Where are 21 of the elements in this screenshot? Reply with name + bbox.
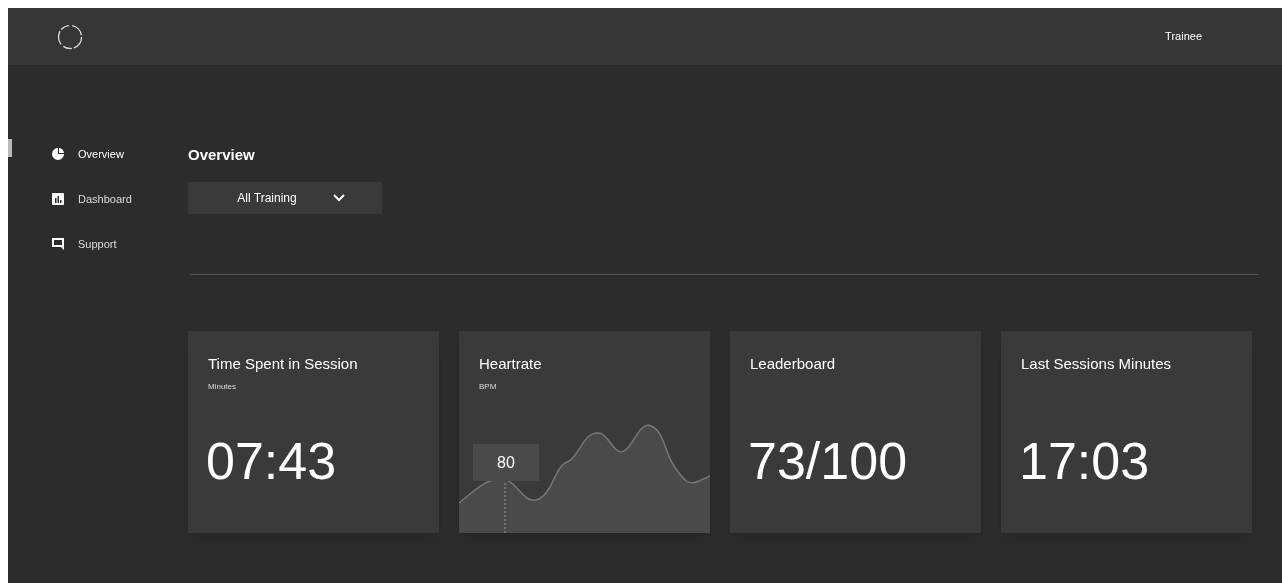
logo-icon: [57, 22, 83, 51]
card-title: Time Spent in Session: [208, 354, 358, 374]
sidebar-item[interactable]: Overview: [52, 145, 124, 163]
card-title: Heartrate: [479, 354, 542, 374]
metric-value: 73/100: [748, 435, 908, 487]
card-title: Leaderboard: [750, 354, 836, 374]
page-title: Overview: [188, 145, 256, 165]
sidebar-item[interactable]: Dashboard: [52, 190, 132, 208]
pie-chart-icon: [52, 148, 64, 160]
training-dropdown[interactable]: All Training: [188, 182, 382, 214]
card-unit: Minutes: [208, 381, 236, 393]
metric-value: 07:43: [206, 435, 337, 487]
chevron-down-icon: [332, 194, 345, 202]
card-unit: BPM: [479, 381, 497, 393]
value-tooltip: 80: [473, 444, 539, 481]
sidebar-item[interactable]: Support: [52, 235, 117, 253]
bar-chart-icon: [52, 193, 64, 205]
card-title: Last Sessions Minutes: [1021, 354, 1172, 374]
metric-value: 17:03: [1019, 435, 1150, 487]
chat-icon: [52, 238, 64, 250]
user-name[interactable]: Trainee: [1165, 28, 1202, 45]
